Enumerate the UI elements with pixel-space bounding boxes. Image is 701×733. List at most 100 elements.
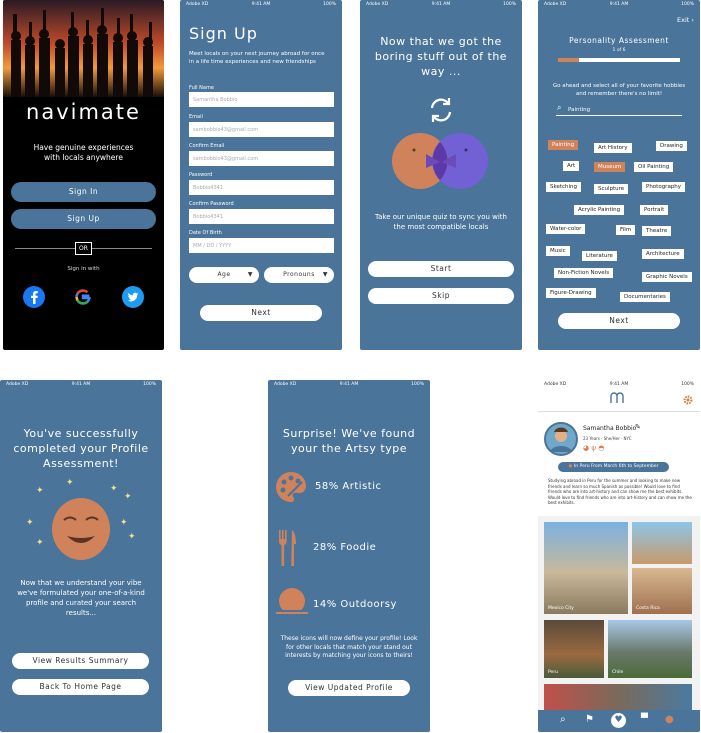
completion-title: You've successfully completed your Profi… bbox=[13, 427, 149, 470]
photo-friends[interactable] bbox=[632, 522, 692, 564]
tag-theatre[interactable]: Theatre bbox=[642, 226, 672, 236]
tag-painting[interactable]: Painting bbox=[548, 140, 579, 150]
status-time: 9:41 AM bbox=[71, 382, 91, 387]
status-battery: 100% bbox=[411, 382, 424, 387]
screen-profile: Adobe XD 9:41 AM 100% Samantha Bobbio ✎ … bbox=[538, 380, 700, 732]
sparkle-icon: ✦ bbox=[110, 484, 118, 494]
tag-architecture[interactable]: Architecture bbox=[642, 249, 684, 259]
photo-peru[interactable]: Peru bbox=[544, 620, 604, 678]
stat-outdoorsy: 14% Outdoorsy bbox=[313, 599, 397, 610]
age-dropdown[interactable]: Age ▼ bbox=[189, 267, 259, 283]
palette-icon: ◕ bbox=[583, 444, 590, 452]
status-battery: 100% bbox=[681, 382, 694, 387]
tag-art[interactable]: Art bbox=[563, 161, 580, 171]
confirm-email-field[interactable]: sambobbio43@gmail.com bbox=[189, 151, 334, 166]
status-battery: 100% bbox=[503, 2, 516, 7]
tag-literature[interactable]: Literature bbox=[582, 251, 617, 261]
facebook-icon[interactable] bbox=[23, 286, 45, 308]
exit-button[interactable]: Exit › bbox=[677, 16, 694, 24]
email-field[interactable]: sambobbio43@gmail.com bbox=[189, 122, 334, 137]
confirm-password-field[interactable]: Bobbio4341 bbox=[189, 209, 334, 224]
screen-personality-assessment: Adobe XD 9:41 AM 100% Exit › Personality… bbox=[538, 0, 700, 350]
app-logo-icon[interactable] bbox=[610, 392, 628, 404]
photo-chile[interactable]: Chile bbox=[608, 620, 692, 678]
palette-icon bbox=[276, 472, 306, 502]
status-time: 9:41 AM bbox=[609, 382, 629, 387]
status-time: 9:41 AM bbox=[609, 2, 629, 7]
exit-label: Exit bbox=[677, 16, 690, 24]
back-to-home-button[interactable]: Back To Home Page bbox=[12, 679, 149, 695]
or-separator: OR bbox=[75, 242, 92, 255]
twitter-icon[interactable] bbox=[122, 286, 144, 308]
tag-graphic-novels[interactable]: Graphic Novels bbox=[642, 272, 692, 282]
password-field[interactable]: Bobbio4341 bbox=[189, 180, 334, 195]
confirm-email-label: Confirm Email bbox=[189, 143, 225, 149]
screen-quiz-intro: Adobe XD 9:41 AM 100% Now that we got th… bbox=[360, 0, 522, 350]
profile-meta: 23 Years · She/Her · NYC bbox=[583, 436, 632, 441]
tag-art-history[interactable]: Art History bbox=[594, 143, 632, 153]
profile-icon[interactable]: ● bbox=[665, 714, 674, 725]
tag-sculpture[interactable]: Sculpture bbox=[594, 184, 629, 194]
header-divider bbox=[538, 411, 700, 412]
bookmark-icon[interactable]: ⚑ bbox=[585, 714, 594, 725]
view-updated-profile-button[interactable]: View Updated Profile bbox=[288, 680, 410, 696]
tag-water-color[interactable]: Water-color bbox=[546, 224, 586, 234]
search-icon[interactable]: ⌕ bbox=[560, 714, 566, 725]
settings-gear-icon[interactable] bbox=[682, 394, 694, 406]
tag-sketching[interactable]: Sketching bbox=[546, 182, 582, 192]
tag-drawing[interactable]: Drawing bbox=[656, 141, 687, 151]
tag-museum[interactable]: Museum bbox=[594, 162, 626, 172]
tag-oil-painting[interactable]: Oil Painting bbox=[634, 162, 674, 172]
age-dropdown-label: Age bbox=[217, 271, 231, 278]
status-bar: Adobe XD 9:41 AM 100% bbox=[180, 0, 342, 10]
status-bar: Adobe XD 9:41 AM 100% bbox=[538, 0, 700, 10]
fork-knife-icon: ψ bbox=[591, 444, 596, 452]
stat-artistic: 58% Artistic bbox=[315, 481, 382, 492]
tag-figure-drawing[interactable]: Figure-Drawing bbox=[546, 288, 596, 298]
chat-icon[interactable]: ▀ bbox=[641, 714, 648, 724]
pronouns-dropdown[interactable]: Pronouns ▼ bbox=[264, 267, 334, 283]
sign-up-button[interactable]: Sign Up bbox=[11, 209, 156, 229]
sparkle-icon: ✦ bbox=[26, 518, 34, 528]
tag-portrait[interactable]: Portrait bbox=[640, 205, 669, 215]
screen-landing: Adobe XD 9:41 AM 100% bbox=[3, 0, 164, 350]
chevron-down-icon: ▼ bbox=[322, 271, 328, 278]
edit-pencil-icon[interactable]: ✎ bbox=[635, 423, 641, 431]
tag-music[interactable]: Music bbox=[546, 246, 570, 256]
full-name-field[interactable]: Samantha Bobbio bbox=[189, 92, 334, 107]
dob-field[interactable]: MM / DD / YYYY bbox=[189, 238, 334, 253]
start-button[interactable]: Start bbox=[368, 261, 514, 277]
search-bar[interactable]: ⌕ Painting bbox=[556, 103, 682, 116]
status-bar: Adobe XD 9:41 AM 100% bbox=[268, 380, 430, 390]
heart-icon[interactable]: ♥ bbox=[611, 713, 626, 728]
skip-button[interactable]: Skip bbox=[368, 288, 514, 304]
next-button[interactable]: Next bbox=[200, 305, 322, 321]
tag-photography[interactable]: Photography bbox=[642, 182, 686, 192]
tag-documentaries[interactable]: Documentaries bbox=[620, 292, 670, 302]
photo-group[interactable] bbox=[544, 684, 692, 712]
next-button[interactable]: Next bbox=[558, 313, 680, 329]
full-name-label: Full Name bbox=[189, 85, 214, 91]
hero-sunset-image bbox=[3, 0, 164, 97]
trip-text: In Peru From March 6th to September bbox=[573, 464, 659, 469]
avatar[interactable] bbox=[544, 422, 578, 456]
photo-costa-rica[interactable]: Costa Rica bbox=[632, 568, 692, 614]
sparkle-icon: ✦ bbox=[66, 478, 74, 488]
screen-assessment-complete: Adobe XD 9:41 AM 100% You've successfull… bbox=[0, 380, 162, 732]
sign-in-button[interactable]: Sign In bbox=[11, 182, 156, 202]
completion-body: Now that we understand your vibe we've f… bbox=[17, 579, 145, 617]
profile-bio: Studying abroad in Peru for the summer a… bbox=[548, 478, 692, 505]
tagline: Have genuine experiences with locals any… bbox=[33, 143, 134, 162]
search-input[interactable]: Painting bbox=[568, 107, 590, 113]
photo-caption: Mexico City bbox=[548, 606, 574, 611]
chevron-down-icon: ▼ bbox=[247, 271, 253, 278]
sparkle-icon: ✦ bbox=[120, 518, 128, 528]
google-icon[interactable] bbox=[72, 286, 94, 308]
status-time: 9:41 AM bbox=[339, 382, 359, 387]
tag-acrylic-painting[interactable]: Acrylic Painting bbox=[574, 205, 625, 215]
status-time: 9:41 AM bbox=[431, 2, 451, 7]
view-results-summary-button[interactable]: View Results Summary bbox=[12, 653, 149, 669]
tag-non-fiction-novels[interactable]: Non-Fiction Novels bbox=[554, 268, 614, 278]
photo-mexico-city[interactable]: Mexico City bbox=[544, 522, 628, 614]
tag-film[interactable]: Film bbox=[616, 225, 636, 235]
